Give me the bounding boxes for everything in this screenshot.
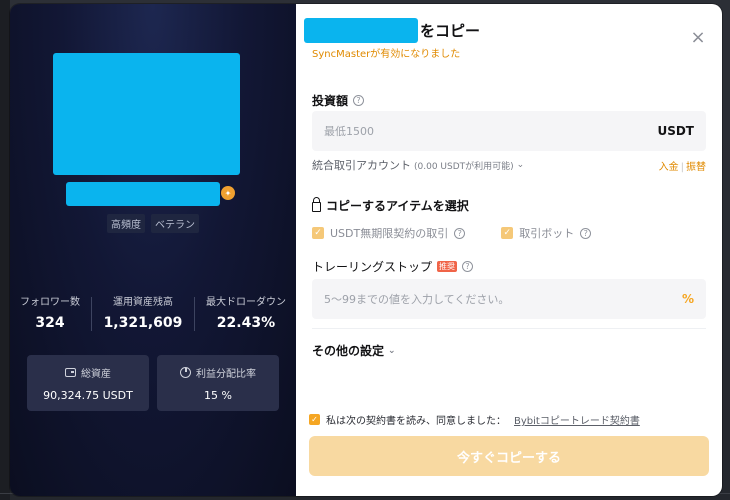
stat-max-drawdown: 最大ドローダウン 22.43% (206, 293, 286, 331)
copy-trade-modal: ✦ 高頻度 ベテラン フォロワー数 324 運用資産残高 1,321,609 最… (10, 4, 722, 496)
investment-placeholder: 最低1500 (324, 125, 374, 138)
stat-label: 最大ドローダウン (205, 297, 286, 308)
help-icon[interactable]: ? (462, 261, 474, 272)
stat-followers: フォロワー数 324 (20, 293, 80, 331)
profit-share-card: 利益分配比率 15 % (157, 355, 279, 411)
total-assets-card: 総資産 90,324.75 USDT (27, 355, 149, 411)
medal-icon: ✦ (221, 186, 235, 200)
copy-items-label: コピーするアイテムを選択 (312, 197, 469, 214)
trailing-stop-label: トレーリングストップ 推奨 ? (312, 258, 474, 275)
stat-value: 22.43% (216, 315, 276, 331)
agreement-link[interactable]: Bybitコピートレード契約書 (514, 412, 640, 427)
account-links: 入金 | 振替 (659, 158, 706, 173)
option-trading-bot[interactable]: ✓ 取引ボット ? (501, 225, 592, 241)
modal-title: をコピー (304, 18, 480, 43)
trader-stats: フォロワー数 324 運用資産残高 1,321,609 最大ドローダウン 22.… (20, 293, 286, 331)
trader-tags: 高頻度 ベテラン (10, 214, 296, 233)
card-value: 15 % (204, 388, 232, 402)
checkbox-checked-icon[interactable]: ✓ (309, 414, 320, 425)
deposit-link[interactable]: 入金 (659, 162, 679, 173)
percent-unit: % (681, 292, 694, 306)
agreement-row[interactable]: ✓ 私は次の契約書を読み、同意しました： Bybitコピートレード契約書 (309, 412, 640, 427)
account-selector[interactable]: 統合取引アカウント (0.00 USDTが利用可能) ⌄ (312, 157, 524, 173)
tag-high-frequency: 高頻度 (107, 214, 145, 233)
stat-value: 324 (35, 315, 65, 331)
investment-label-text: 投資額 (312, 94, 349, 108)
stat-value: 1,321,609 (103, 315, 183, 331)
investment-label: 投資額 ? (312, 92, 365, 109)
stat-divider (91, 297, 93, 331)
copy-items-label-text: コピーするアイテムを選択 (326, 199, 469, 213)
option-label: USDT無期限契約の取引 (330, 227, 449, 240)
help-icon[interactable]: ? (454, 227, 466, 239)
card-label: 利益分配比率 (196, 368, 256, 380)
card-header: 総資産 (65, 365, 111, 380)
help-icon[interactable]: ? (353, 95, 365, 106)
trader-profile-panel: ✦ 高頻度 ベテラン フォロワー数 324 運用資産残高 1,321,609 最… (10, 4, 296, 496)
investment-input[interactable]: 最低1500 USDT (312, 111, 706, 151)
copy-items-options: ✓ USDT無期限契約の取引 ? ✓ 取引ボット ? (312, 225, 592, 241)
account-row: 統合取引アカウント (0.00 USDTが利用可能) ⌄ 入金 | 振替 (312, 157, 706, 173)
checkbox-checked-icon[interactable]: ✓ (312, 227, 324, 239)
tag-veteran: ベテラン (151, 214, 199, 233)
close-icon[interactable]: × (690, 29, 706, 47)
account-label: 統合取引アカウント (312, 159, 411, 172)
investment-unit: USDT (657, 124, 694, 138)
option-label: 取引ボット (519, 227, 575, 240)
background-edge (0, 0, 10, 500)
trader-avatar-redacted (53, 53, 240, 175)
stat-aum: 運用資産残高 1,321,609 (104, 293, 183, 331)
pie-chart-icon (180, 366, 191, 378)
section-divider (312, 328, 706, 329)
other-settings-toggle[interactable]: その他の設定 ⌄ (312, 342, 396, 359)
card-label: 総資産 (81, 368, 111, 380)
trailing-stop-label-text: トレーリングストップ (312, 260, 433, 274)
option-usdt-perpetual[interactable]: ✓ USDT無期限契約の取引 ? (312, 225, 466, 241)
account-available: (0.00 USDTが利用可能) (414, 161, 514, 172)
transfer-link[interactable]: 振替 (686, 162, 706, 173)
help-icon[interactable]: ? (580, 227, 592, 239)
syncmaster-status: SyncMasterが有効になりました (312, 49, 461, 60)
card-header: 利益分配比率 (180, 365, 256, 380)
trailing-stop-input[interactable]: 5～99までの値を入力してください。 % (312, 279, 706, 319)
agreement-text: 私は次の契約書を読み、同意しました： (326, 416, 506, 427)
copy-settings-panel: をコピー SyncMasterが有効になりました × 投資額 ? 最低1500 … (296, 4, 722, 496)
card-value: 90,324.75 USDT (43, 388, 133, 402)
wallet-icon (65, 367, 76, 377)
checkbox-checked-icon[interactable]: ✓ (501, 227, 514, 239)
recommended-badge: 推奨 (437, 261, 458, 272)
trader-cards: 総資産 90,324.75 USDT 利益分配比率 15 % (27, 355, 279, 411)
stat-label: 運用資産残高 (112, 297, 173, 308)
stat-label: フォロワー数 (20, 297, 80, 308)
other-settings-label: その他の設定 (312, 344, 385, 358)
stat-divider (193, 297, 195, 331)
title-suffix: をコピー (420, 22, 481, 40)
link-separator: | (680, 161, 684, 173)
trailing-stop-placeholder: 5～99までの値を入力してください。 (324, 293, 510, 306)
trader-name-redacted (304, 18, 418, 43)
lock-icon (312, 197, 321, 212)
trader-name-redacted (66, 182, 220, 206)
chevron-down-icon: ⌄ (516, 160, 525, 170)
copy-now-button[interactable]: 今すぐコピーする (309, 436, 709, 476)
chevron-down-icon: ⌄ (388, 345, 396, 356)
